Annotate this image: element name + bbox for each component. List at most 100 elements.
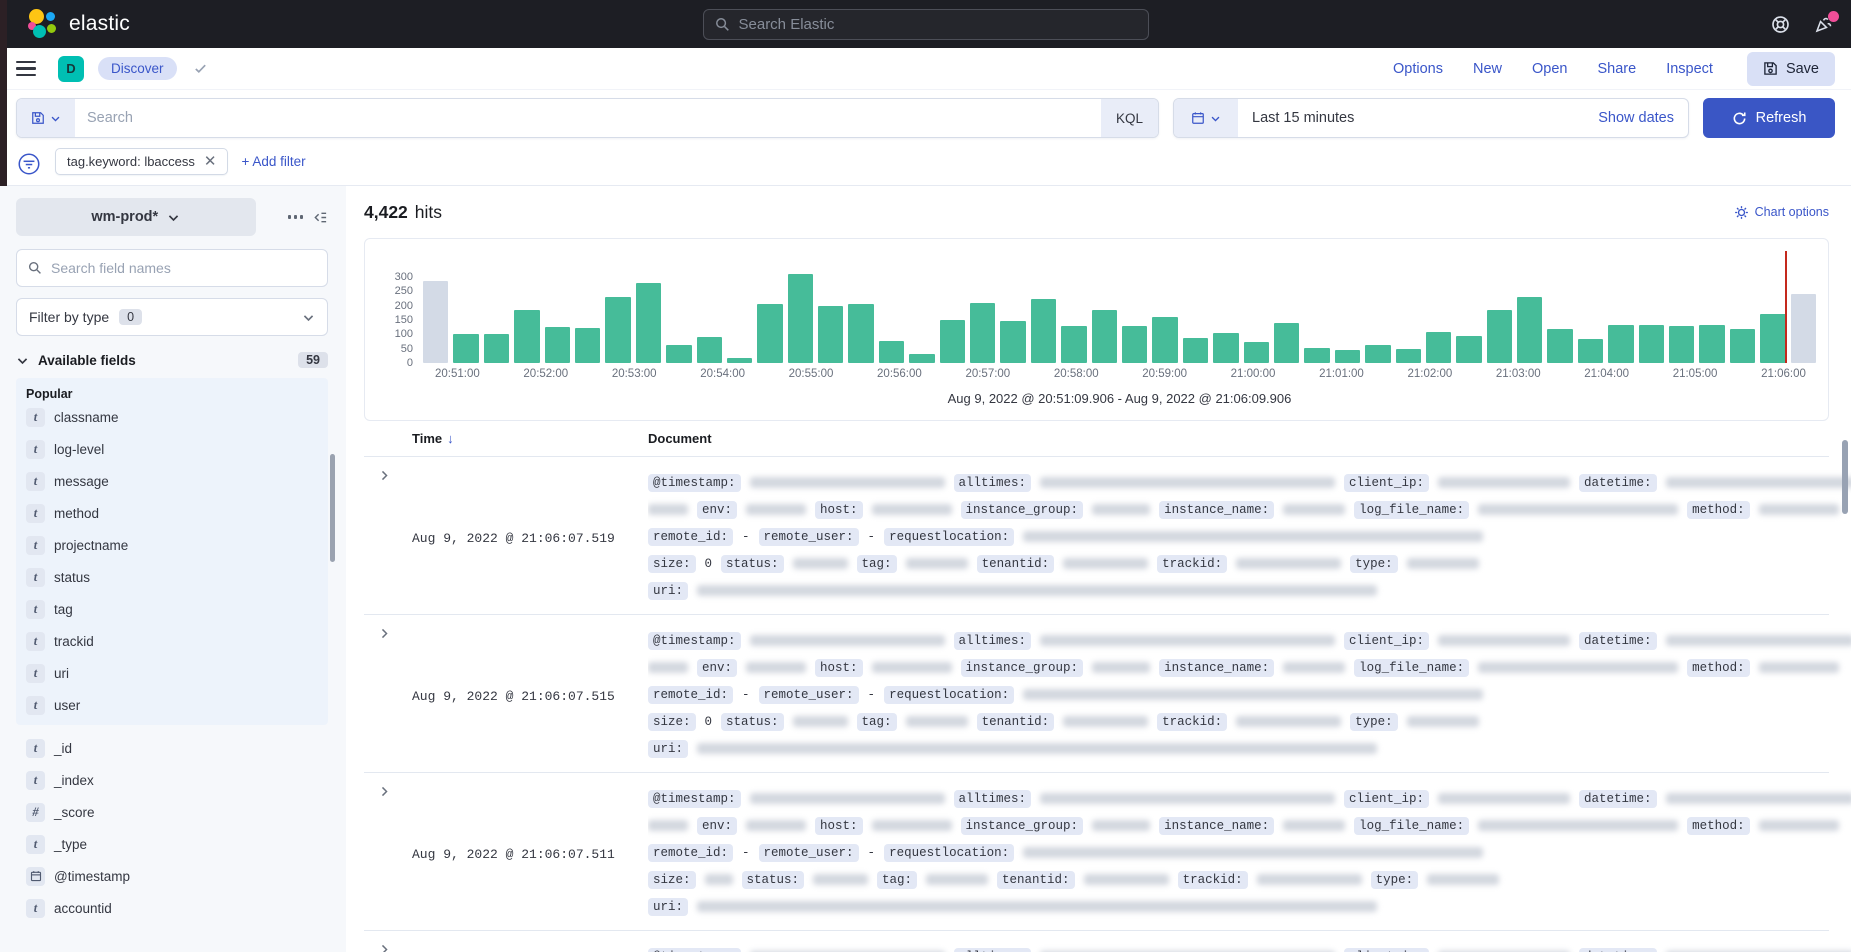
doc-field-instance_name: instance_name: (1159, 817, 1274, 835)
breadcrumb-discover[interactable]: Discover (98, 57, 177, 80)
space-badge[interactable]: D (58, 56, 84, 82)
x-axis-tick: 21:03:00 (1496, 368, 1541, 380)
doc-field-size: size: (648, 713, 696, 731)
field-item-type[interactable]: t_type (24, 828, 320, 860)
field-item-classname[interactable]: tclassname (24, 401, 320, 433)
chevron-down-icon (50, 113, 61, 124)
doc-field-type: type: (1350, 713, 1398, 731)
collapse-sidebar-icon[interactable] (313, 210, 328, 225)
date-picker[interactable]: Last 15 minutes Show dates (1173, 98, 1689, 138)
field-item-trackid[interactable]: ttrackid (24, 625, 320, 657)
histogram-plot[interactable]: 050100150200250300 (423, 251, 1816, 363)
filter-menu-icon[interactable] (16, 151, 42, 177)
chart-options-button[interactable]: Chart options (1734, 205, 1829, 220)
histogram-bar (757, 304, 782, 363)
doc-field-tag: tag: (857, 713, 897, 731)
histogram-bar (1365, 345, 1390, 363)
field-item-score[interactable]: #_score (24, 796, 320, 828)
field-search-input[interactable]: Search field names (16, 249, 328, 287)
menu-hamburger-icon[interactable] (16, 61, 36, 77)
doc-field-line: env:host:instance_group:instance_name:lo… (648, 654, 1851, 681)
hits-label: hits (415, 202, 442, 223)
expand-row-icon[interactable] (378, 943, 412, 952)
newsfeed-icon[interactable] (1814, 15, 1833, 34)
sidebar-scrollbar-thumb[interactable] (330, 454, 335, 562)
expand-row-icon[interactable] (378, 785, 412, 798)
saved-query-menu-button[interactable] (17, 99, 75, 137)
save-button[interactable]: Save (1747, 52, 1835, 86)
doc-field-line: @timestamp:alltimes:client_ip:datetime: (648, 627, 1851, 654)
string-token-icon: t (26, 771, 45, 790)
main-scrollbar-thumb[interactable] (1842, 440, 1848, 514)
date-picker-menu-button[interactable] (1174, 99, 1238, 137)
save-button-label: Save (1786, 61, 1819, 77)
field-item-user[interactable]: tuser (24, 689, 320, 721)
redacted-value (906, 558, 968, 569)
field-name: classname (54, 410, 119, 425)
x-axis-tick: 20:59:00 (1142, 368, 1187, 380)
field-item-message[interactable]: tmessage (24, 465, 320, 497)
field-item-log-level[interactable]: tlog-level (24, 433, 320, 465)
histogram-bar (1122, 326, 1147, 363)
field-item-accountid[interactable]: taccountid (24, 892, 320, 924)
filter-pill-tag-keyword[interactable]: tag.keyword: lbaccess ✕ (55, 148, 228, 175)
time-range-value[interactable]: Last 15 minutes (1238, 99, 1598, 137)
index-pattern-selector[interactable]: wm-prod* (16, 198, 256, 236)
boxes-horizontal-icon[interactable] (288, 215, 304, 219)
redacted-value (697, 585, 1377, 596)
histogram-bar (788, 274, 813, 363)
histogram-bar (818, 306, 843, 363)
available-fields-header[interactable]: Available fields 59 (16, 352, 328, 368)
nav-link-share[interactable]: Share (1597, 61, 1636, 77)
string-token-icon: t (26, 600, 45, 619)
x-axis-tick: 20:52:00 (523, 368, 568, 380)
refresh-button[interactable]: Refresh (1703, 98, 1835, 138)
field-item-method[interactable]: tmethod (24, 497, 320, 529)
histogram-bar (1031, 299, 1056, 364)
nav-link-new[interactable]: New (1473, 61, 1502, 77)
field-item-uri[interactable]: turi (24, 657, 320, 689)
field-item-tag[interactable]: ttag (24, 593, 320, 625)
refresh-button-label: Refresh (1756, 110, 1807, 126)
histogram-bar-partial (1791, 294, 1816, 363)
expand-row-icon[interactable] (378, 469, 412, 482)
string-token-icon: t (26, 472, 45, 491)
field-item-status[interactable]: tstatus (24, 561, 320, 593)
histogram-bar (970, 303, 995, 363)
field-item-id[interactable]: t_id (24, 732, 320, 764)
doc-field-env: env: (697, 501, 737, 519)
save-icon (1763, 61, 1778, 76)
x-axis-tick: 20:54:00 (700, 368, 745, 380)
global-search-input[interactable]: Search Elastic (703, 9, 1149, 40)
remove-filter-icon[interactable]: ✕ (204, 154, 217, 169)
query-input-placeholder[interactable]: Search (75, 99, 1101, 137)
time-column-header[interactable]: Time (412, 431, 442, 446)
redacted-value (1236, 716, 1341, 727)
kql-search-input[interactable]: Search KQL (16, 98, 1159, 138)
histogram-bar (636, 283, 661, 363)
field-item-index[interactable]: t_index (24, 764, 320, 796)
nav-link-inspect[interactable]: Inspect (1666, 61, 1713, 77)
field-name: _score (54, 805, 95, 820)
redacted-value (1666, 477, 1851, 488)
elastic-brand[interactable]: elastic (28, 9, 130, 39)
show-dates-link[interactable]: Show dates (1598, 99, 1688, 137)
filter-by-type-button[interactable]: Filter by type 0 (16, 298, 328, 336)
doc-field-remote_user: remote_user: (759, 686, 859, 704)
redacted-value (1407, 716, 1479, 727)
expand-row-icon[interactable] (378, 627, 412, 640)
x-axis-tick: 20:55:00 (789, 368, 834, 380)
sort-descending-icon[interactable]: ↓ (447, 431, 454, 446)
add-filter-link[interactable]: + Add filter (241, 154, 305, 169)
field-item-projectname[interactable]: tprojectname (24, 529, 320, 561)
histogram-bar (1426, 332, 1451, 363)
app-nav-bar: D Discover Options New Open Share Inspect Sa… (0, 48, 1851, 90)
field-item-timestamp[interactable]: @timestamp (24, 860, 320, 892)
help-icon[interactable] (1771, 15, 1790, 34)
query-language-button[interactable]: KQL (1101, 99, 1158, 137)
nav-link-options[interactable]: Options (1393, 61, 1443, 77)
y-axis-tick: 300 (373, 271, 413, 283)
redacted-value (926, 874, 988, 885)
redacted-value (1759, 820, 1839, 831)
nav-link-open[interactable]: Open (1532, 61, 1567, 77)
